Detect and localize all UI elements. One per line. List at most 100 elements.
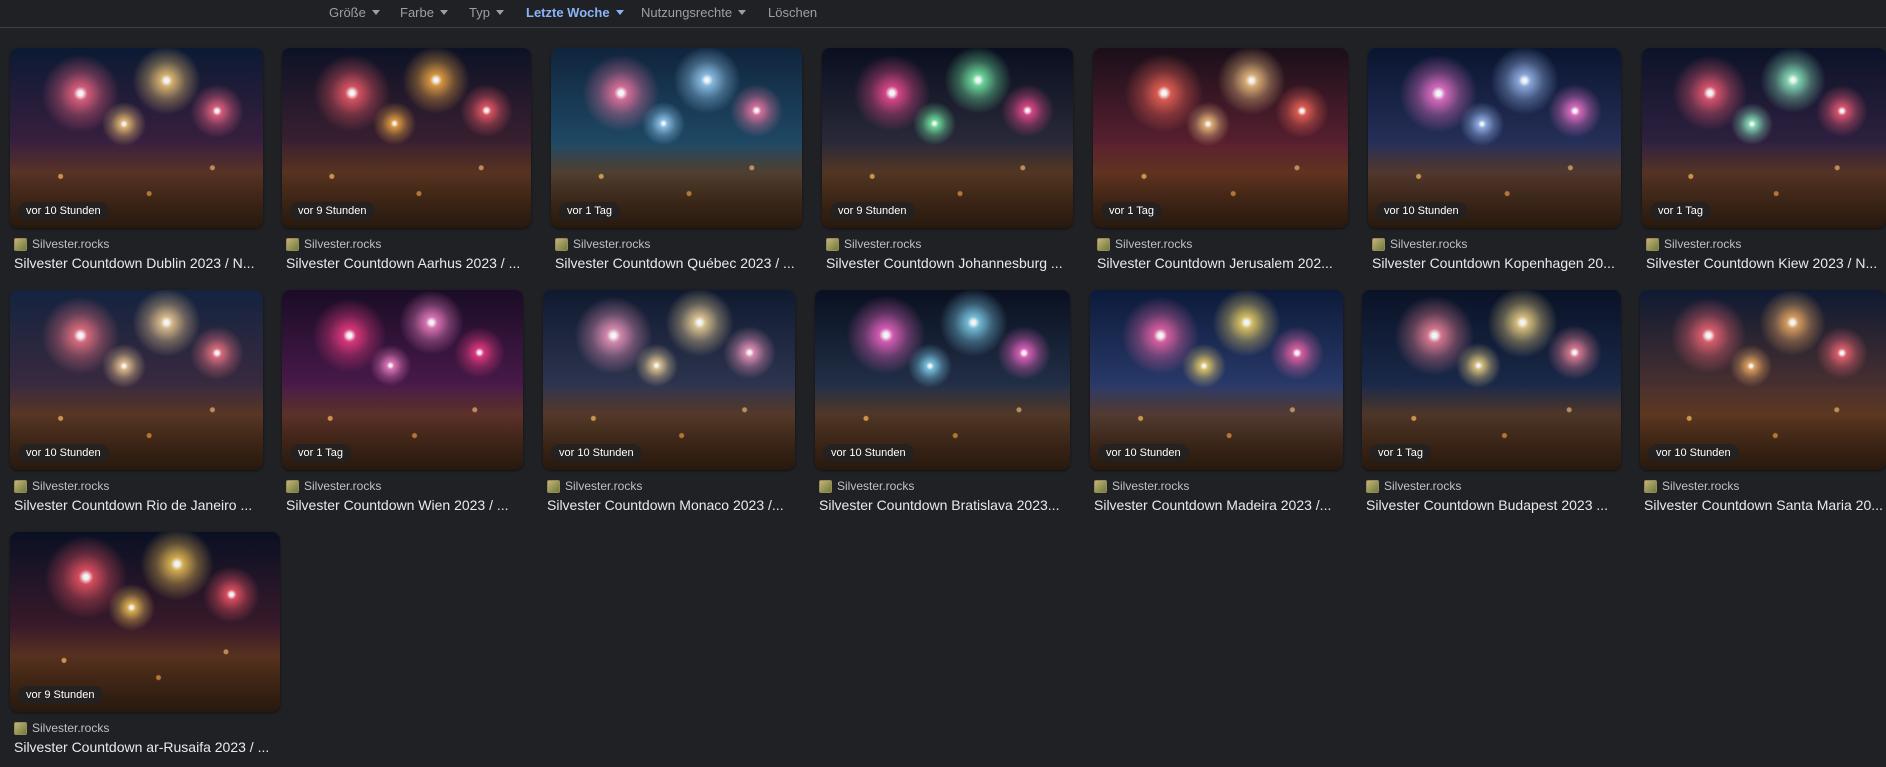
result-title[interactable]: Silvester Countdown Madeira 2023 /... [1094,497,1345,513]
filter-usage-rights[interactable]: Nutzungsrechte [641,2,747,22]
favicon-icon [14,237,27,251]
filter-type-label: Typ [469,4,490,20]
result-thumbnail[interactable]: vor 10 Stunden [10,290,263,470]
time-badge: vor 10 Stunden [18,202,109,220]
favicon-icon [1644,479,1657,493]
result-thumbnail[interactable]: vor 10 Stunden [1090,290,1343,470]
result-card[interactable]: vor 10 Stunden Silvester.rocks Silvester C… [1090,290,1343,525]
result-title[interactable]: Silvester Countdown Wien 2023 / ... [286,497,525,513]
result-source[interactable]: Silvester.rocks [1094,479,1189,493]
firework-burst [912,101,957,146]
firework-burst [641,101,686,146]
filter-size[interactable]: Größe [329,2,380,22]
filter-type[interactable]: Typ [469,2,504,22]
result-source-label: Silvester.rocks [1390,237,1468,251]
result-source[interactable]: Silvester.rocks [1372,237,1467,251]
result-title[interactable]: Silvester Countdown Monaco 2023 /... [547,497,797,513]
time-badge: vor 10 Stunden [18,444,109,462]
firework-burst [453,326,506,379]
result-title[interactable]: Silvester Countdown Jerusalem 202... [1097,255,1350,271]
filter-time-label: Letzte Woche [526,4,610,20]
result-source[interactable]: Silvester.rocks [14,479,109,493]
result-source-label: Silvester.rocks [32,479,110,493]
result-source-label: Silvester.rocks [844,237,922,251]
result-card[interactable]: vor 1 Tag Silvester.rocks Silvester Countd… [1093,48,1348,283]
chevron-down-icon [738,9,747,15]
result-title[interactable]: Silvester Countdown Rio de Janeiro ... [14,497,265,513]
result-card[interactable]: vor 9 Stunden Silvester.rocks Silvester Co… [822,48,1073,283]
result-title[interactable]: Silvester Countdown Johannesburg ... [826,255,1075,271]
firework-burst [729,83,784,138]
result-thumbnail[interactable]: vor 1 Tag [1362,290,1621,470]
result-source[interactable]: Silvester.rocks [1646,237,1741,251]
favicon-icon [1097,237,1110,251]
result-title[interactable]: Silvester Countdown Budapest 2023 ... [1366,497,1623,513]
result-source[interactable]: Silvester.rocks [286,479,381,493]
result-card[interactable]: vor 10 Stunden Silvester.rocks Silvester C… [1640,290,1886,525]
result-title[interactable]: Silvester Countdown Dublin 2023 / N... [14,255,265,271]
result-thumbnail[interactable]: vor 10 Stunden [543,290,795,470]
firework-burst [189,325,245,381]
favicon-icon [14,479,27,493]
result-card[interactable]: vor 1 Tag Silvester.rocks Silvester Countd… [551,48,802,283]
result-title[interactable]: Silvester Countdown Santa Maria 20... [1644,497,1886,513]
time-badge: vor 1 Tag [559,202,621,220]
filter-usage-rights-label: Nutzungsrechte [641,4,733,20]
result-title[interactable]: Silvester Countdown Kiew 2023 / N... [1646,255,1886,271]
result-thumbnail[interactable]: vor 10 Stunden [1368,48,1621,228]
filter-color[interactable]: Farbe [400,2,448,22]
result-card[interactable]: vor 1 Tag Silvester.rocks Silvester Countd… [282,290,523,525]
time-badge: vor 10 Stunden [1098,444,1189,462]
result-card[interactable]: vor 10 Stunden Silvester.rocks Silvester C… [10,48,263,283]
firework-burst [101,101,147,147]
result-thumbnail[interactable]: vor 1 Tag [282,290,523,470]
result-source[interactable]: Silvester.rocks [14,721,109,735]
chevron-down-icon [439,9,448,15]
favicon-icon [14,721,27,735]
firework-burst [1730,102,1774,146]
result-source[interactable]: Silvester.rocks [286,237,381,251]
firework-burst [1815,326,1869,380]
firework-burst [1274,83,1330,139]
result-source[interactable]: Silvester.rocks [555,237,650,251]
result-card[interactable]: vor 10 Stunden Silvester.rocks Silvester C… [1368,48,1621,283]
result-title[interactable]: Silvester Countdown Aarhus 2023 / ... [286,255,533,271]
result-source[interactable]: Silvester.rocks [819,479,914,493]
result-card[interactable]: vor 9 Stunden Silvester.rocks Silvester Co… [10,532,280,767]
result-source[interactable]: Silvester.rocks [547,479,642,493]
filter-color-label: Farbe [400,4,434,20]
filter-clear-label: Löschen [768,4,818,20]
result-thumbnail[interactable]: vor 10 Stunden [1640,290,1886,470]
result-thumbnail[interactable]: vor 1 Tag [551,48,802,228]
result-card[interactable]: vor 1 Tag Silvester.rocks Silvester Countd… [1362,290,1621,525]
result-title[interactable]: Silvester Countdown Québec 2023 / ... [555,255,804,271]
result-card[interactable]: vor 1 Tag Silvester.rocks Silvester Countd… [1642,48,1886,283]
result-source[interactable]: Silvester.rocks [14,237,109,251]
result-thumbnail[interactable]: vor 9 Stunden [282,48,531,228]
result-title[interactable]: Silvester Countdown Bratislava 2023... [819,497,1072,513]
result-source[interactable]: Silvester.rocks [1644,479,1739,493]
filter-size-label: Größe [329,4,366,20]
filter-clear[interactable]: Löschen [768,2,817,22]
result-card[interactable]: vor 9 Stunden Silvester.rocks Silvester Co… [282,48,531,283]
result-thumbnail[interactable]: vor 1 Tag [1642,48,1886,228]
firework-burst [1547,83,1603,139]
result-thumbnail[interactable]: vor 9 Stunden [822,48,1073,228]
favicon-icon [286,479,299,493]
result-card[interactable]: vor 10 Stunden Silvester.rocks Silvester C… [543,290,795,525]
result-card[interactable]: vor 10 Stunden Silvester.rocks Silvester C… [815,290,1070,525]
time-badge: vor 1 Tag [290,444,352,462]
firework-burst [634,343,679,388]
result-source[interactable]: Silvester.rocks [826,237,921,251]
result-source[interactable]: Silvester.rocks [1097,237,1192,251]
result-thumbnail[interactable]: vor 9 Stunden [10,532,280,712]
result-thumbnail[interactable]: vor 10 Stunden [815,290,1070,470]
result-thumbnail[interactable]: vor 1 Tag [1093,48,1348,228]
firework-burst [1546,324,1603,381]
filter-time[interactable]: Letzte Woche [526,2,624,22]
result-source[interactable]: Silvester.rocks [1366,479,1461,493]
result-title[interactable]: Silvester Countdown ar-Rusaifa 2023 / ..… [14,739,282,755]
result-card[interactable]: vor 10 Stunden Silvester.rocks Silvester C… [10,290,263,525]
result-title[interactable]: Silvester Countdown Kopenhagen 20... [1372,255,1623,271]
result-thumbnail[interactable]: vor 10 Stunden [10,48,263,228]
